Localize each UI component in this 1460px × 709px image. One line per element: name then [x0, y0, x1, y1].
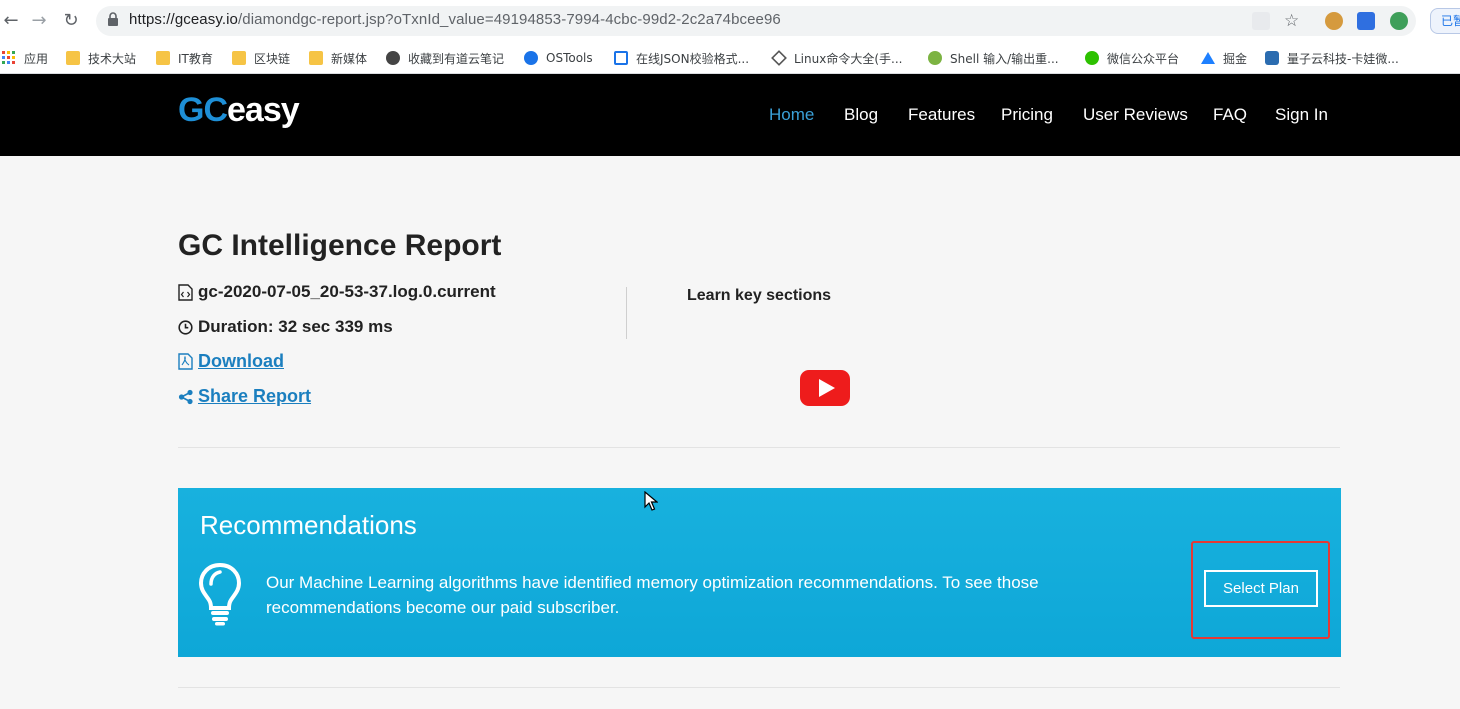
json-icon	[614, 51, 628, 65]
bookmark-youdao[interactable]: 收藏到有道云笔记	[386, 42, 504, 74]
profile-chip[interactable]: 已暂	[1430, 8, 1460, 34]
site-settings-icon[interactable]	[1252, 12, 1270, 30]
mouse-cursor-icon	[644, 491, 658, 511]
duration-text: Duration: 32 sec 339 ms	[198, 317, 393, 336]
cookie-extension-icon[interactable]	[1325, 12, 1343, 30]
bookmark-linux[interactable]: Linux命令大全(手...	[771, 42, 903, 74]
page-title: GC Intelligence Report	[178, 229, 502, 262]
section-divider	[626, 287, 627, 339]
bookmark-label: OSTools	[546, 51, 593, 65]
bookmark-juejin[interactable]: 掘金	[1201, 42, 1247, 74]
header-divider	[178, 447, 1340, 448]
download-link[interactable]: Download	[198, 351, 284, 372]
bookmarks-bar: 应用 技术大站 IT教育 区块链 新媒体 收藏到有道云笔记 OSTools 在线…	[0, 42, 1460, 74]
bookmark-folder-tech[interactable]: 技术大站	[66, 42, 136, 74]
nav-features[interactable]: Features	[908, 105, 975, 125]
bookmark-label: Linux命令大全(手...	[794, 51, 903, 66]
bookmark-label: 应用	[24, 51, 49, 66]
forward-icon[interactable]: →	[28, 10, 50, 32]
bookmark-label: 技术大站	[88, 51, 137, 66]
share-row: Share Report	[178, 386, 311, 407]
bookmark-folder-new-media[interactable]: 新媒体	[309, 42, 367, 74]
nav-home[interactable]: Home	[769, 105, 814, 125]
bookmark-cloud[interactable]: 量子云科技-卡娃微...	[1265, 42, 1399, 74]
select-plan-button[interactable]: Select Plan	[1204, 570, 1318, 607]
bookmark-label: IT教育	[178, 51, 213, 66]
nav-user-reviews[interactable]: User Reviews	[1083, 105, 1188, 125]
share-icon	[178, 389, 193, 404]
star-bookmark-icon[interactable]: ☆	[1284, 12, 1302, 30]
juejin-icon	[1201, 52, 1215, 64]
share-report-link[interactable]: Share Report	[198, 386, 311, 407]
bookmark-json[interactable]: 在线JSON校验格式...	[614, 42, 749, 74]
folder-icon	[156, 51, 170, 65]
folder-icon	[232, 51, 246, 65]
ostools-icon	[524, 51, 538, 65]
footer-divider	[178, 687, 1340, 688]
pdf-file-icon	[178, 353, 193, 370]
wechat-icon	[1085, 51, 1099, 65]
url-text[interactable]: https://gceasy.io/diamondgc-report.jsp?o…	[129, 11, 781, 28]
lock-icon	[108, 12, 118, 26]
bookmark-label: 在线JSON校验格式...	[636, 51, 750, 66]
bookmark-apps[interactable]: 应用	[2, 42, 48, 74]
file-name: gc-2020-07-05_20-53-37.log.0.current	[198, 282, 496, 301]
download-row: Download	[178, 351, 284, 372]
pocket-extension-icon[interactable]	[1357, 12, 1375, 30]
nav-pricing[interactable]: Pricing	[1001, 105, 1053, 125]
recommendations-text: Our Machine Learning algorithms have ide…	[266, 573, 1039, 617]
folder-icon	[309, 51, 323, 65]
bookmark-ostools[interactable]: OSTools	[524, 42, 593, 74]
folder-icon	[66, 51, 80, 65]
cloud-icon	[1265, 51, 1279, 65]
file-name-row: gc-2020-07-05_20-53-37.log.0.current	[178, 282, 496, 302]
bookmark-wechat[interactable]: 微信公众平台	[1085, 42, 1179, 74]
bookmark-folder-it-edu[interactable]: IT教育	[156, 42, 213, 74]
bookmark-shell[interactable]: Shell 输入/输出重...	[928, 42, 1059, 74]
bookmark-label: 收藏到有道云笔记	[408, 51, 505, 66]
nav-blog[interactable]: Blog	[844, 105, 878, 125]
youtube-play-icon[interactable]	[800, 370, 850, 406]
bookmark-label: 区块链	[254, 51, 291, 66]
linux-icon	[771, 50, 787, 66]
duration-row: Duration: 32 sec 339 ms	[178, 317, 393, 337]
url-path: /diamondgc-report.jsp?oTxnId_value=49194…	[237, 11, 781, 28]
bookmark-folder-blockchain[interactable]: 区块链	[232, 42, 290, 74]
recommendations-title: Recommendations	[200, 510, 417, 540]
shell-icon	[928, 51, 942, 65]
globe-extension-icon[interactable]	[1390, 12, 1408, 30]
bookmark-label: Shell 输入/输出重...	[950, 51, 1059, 66]
nav-faq[interactable]: FAQ	[1213, 105, 1247, 125]
learn-key-sections: Learn key sections	[687, 287, 832, 304]
apps-grid-icon	[2, 51, 15, 64]
bookmark-label: 微信公众平台	[1107, 51, 1180, 66]
url-host: https://gceasy.io	[129, 11, 238, 28]
lightbulb-icon	[198, 562, 242, 626]
bookmark-label: 掘金	[1223, 51, 1248, 66]
back-icon[interactable]: ←	[0, 10, 22, 32]
browser-toolbar: ← → ↻ https://gceasy.io/diamondgc-report…	[0, 0, 1460, 42]
nav-sign-in[interactable]: Sign In	[1275, 105, 1328, 125]
logo-gc: GC	[178, 91, 228, 129]
bookmark-label: 新媒体	[331, 51, 368, 66]
bookmark-label: 量子云科技-卡娃微...	[1287, 51, 1399, 66]
youdao-icon	[386, 51, 400, 65]
logo-easy: easy	[227, 91, 300, 129]
file-code-icon	[178, 283, 193, 301]
reload-icon[interactable]: ↻	[60, 10, 82, 32]
clock-icon	[178, 319, 193, 335]
gceasy-logo[interactable]: GCeasy	[178, 91, 300, 130]
